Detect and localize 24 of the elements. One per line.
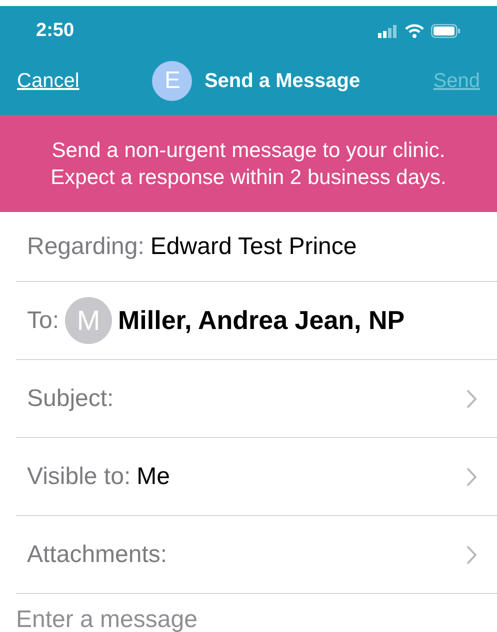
field-row[interactable]: Visible to: Me (16, 438, 497, 516)
signal-icon (378, 24, 398, 38)
window-title: Send a Message (204, 68, 360, 94)
status-time: 2:50 (36, 18, 74, 43)
chevron-right-icon (466, 544, 477, 564)
chevron-right-icon (466, 388, 477, 408)
field-value: Edward Test Prince (150, 232, 357, 262)
field-label: Subject: (27, 384, 114, 414)
field-label: Visible to: (27, 462, 131, 492)
message-input[interactable]: Enter a message (16, 602, 476, 632)
chevron-right-icon (466, 466, 477, 486)
avatar-icon: E (152, 60, 192, 100)
info-banner-text: Send a non-urgent message to your clinic. Expect a response within 2 business days. (50, 138, 448, 190)
battery-icon (431, 24, 461, 38)
field-row[interactable]: Subject: (16, 360, 497, 438)
field-value: Miller, Andrea Jean, NP (118, 304, 405, 337)
field-row[interactable]: Attachments: (16, 516, 497, 594)
field-label: Attachments: (27, 540, 168, 570)
wifi-icon (405, 24, 424, 38)
cancel-link[interactable]: Cancel (17, 66, 80, 96)
field-label: To: (27, 306, 60, 336)
avatar-icon: M (65, 297, 112, 344)
field-label: Regarding: (27, 232, 144, 262)
field-value: Me (136, 462, 170, 492)
